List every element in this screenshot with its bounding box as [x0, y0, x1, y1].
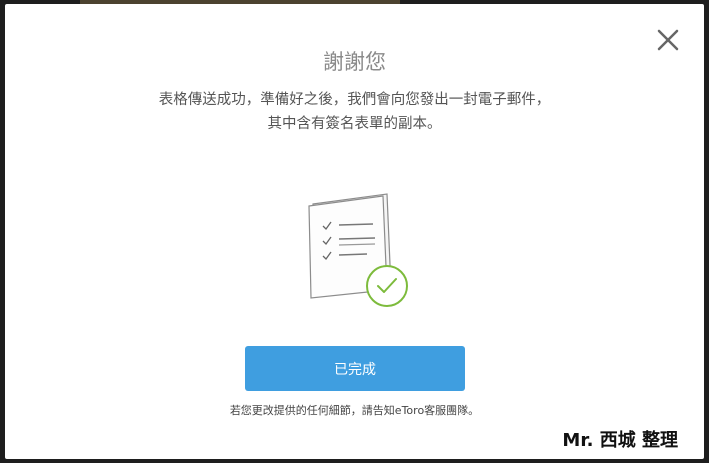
watermark-text: Mr. 西城 整理	[562, 430, 678, 451]
document-check-icon	[308, 193, 408, 307]
message-line: 其中含有簽名表單的副本。	[267, 116, 442, 132]
dialog-message: 表格傳送成功，準備好之後，我們會向您發出一封電子郵件， 其中含有簽名表單的副本。	[85, 88, 624, 136]
signed-document-illustration	[295, 184, 415, 309]
confirmation-dialog: 謝謝您 表格傳送成功，準備好之後，我們會向您發出一封電子郵件， 其中含有簽名表單…	[5, 4, 704, 459]
dialog-title: 謝謝您	[323, 50, 386, 74]
contact-support-note: 若您更改提供的任何細節，請告知eToro客服團隊。	[229, 404, 480, 417]
message-line: 表格傳送成功，準備好之後，我們會向您發出一封電子郵件，	[158, 92, 551, 108]
done-button[interactable]: 已完成	[245, 346, 465, 391]
